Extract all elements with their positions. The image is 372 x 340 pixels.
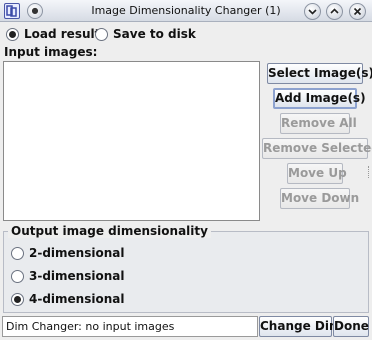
remove-selected-button[interactable]: Remove Selected — [262, 138, 372, 159]
select-images-button[interactable]: Select Image(s) — [267, 63, 372, 84]
load-result-option[interactable]: Load result — [6, 27, 100, 41]
remove-all-button[interactable]: Remove All — [280, 113, 357, 134]
dimensionality-legend: Output image dimensionality — [8, 224, 211, 238]
window-menu-icon[interactable]: ● — [27, 3, 43, 19]
move-down-button[interactable]: Move Down — [280, 188, 359, 209]
status-text: Dim Changer: no input images — [2, 316, 258, 337]
window-title: Image Dimensionality Changer (1) — [91, 4, 281, 17]
load-result-radio[interactable] — [6, 27, 19, 41]
title-bar: ● Image Dimensionality Changer (1) — [0, 0, 372, 22]
2d-label: 2-dimensional — [29, 246, 125, 260]
4d-radio[interactable] — [11, 292, 24, 306]
2d-option[interactable]: 2-dimensional — [11, 246, 124, 260]
save-to-disk-label: Save to disk — [113, 27, 196, 41]
chevron-down-icon[interactable] — [304, 3, 321, 20]
change-dim-button[interactable]: Change Dim — [259, 316, 341, 337]
input-images-label: Input images: — [4, 45, 98, 59]
chevron-up-icon[interactable] — [326, 3, 343, 20]
resize-grip[interactable] — [368, 166, 370, 178]
3d-option[interactable]: 3-dimensional — [11, 269, 124, 283]
add-images-button[interactable]: Add Image(s) — [273, 88, 366, 109]
input-images-list[interactable] — [3, 61, 260, 221]
move-up-button[interactable]: Move Up — [287, 163, 347, 184]
close-icon[interactable] — [349, 3, 366, 20]
2d-radio[interactable] — [11, 246, 24, 260]
4d-option[interactable]: 4-dimensional — [11, 292, 124, 306]
save-to-disk-option[interactable]: Save to disk — [95, 27, 196, 41]
4d-label: 4-dimensional — [29, 292, 125, 306]
app-icon — [4, 3, 20, 19]
load-result-label: Load result — [24, 27, 101, 41]
done-button[interactable]: Done — [333, 316, 369, 337]
3d-radio[interactable] — [11, 269, 24, 283]
save-to-disk-radio[interactable] — [95, 27, 108, 41]
3d-label: 3-dimensional — [29, 269, 125, 283]
